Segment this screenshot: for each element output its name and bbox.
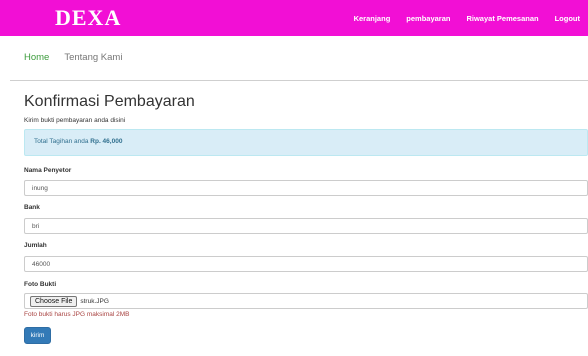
nav-link-keranjang[interactable]: Keranjang	[354, 14, 391, 23]
nav-link-pembayaran[interactable]: pembayaran	[406, 14, 450, 23]
choose-file-button[interactable]: Choose File	[30, 295, 78, 307]
total-alert: Total Tagihan anda Rp. 46,000	[24, 129, 588, 156]
nama-penyetor-label: Nama Penyetor	[24, 167, 72, 174]
bank-label: Bank	[24, 204, 40, 211]
selected-file-name: struk.JPG	[80, 297, 109, 305]
nav-links: Keranjang pembayaran Riwayat Pemesanan L…	[338, 0, 580, 36]
nav-link-logout[interactable]: Logout	[555, 14, 580, 23]
divider	[10, 80, 588, 81]
brand-logo[interactable]: DEXA	[55, 7, 121, 29]
kirim-button[interactable]: kirim	[24, 327, 51, 344]
nav-link-riwayat-pemesanan[interactable]: Riwayat Pemesanan	[466, 14, 538, 23]
bank-input[interactable]	[24, 218, 588, 234]
breadcrumb-current: Tentang Kami	[64, 52, 123, 63]
breadcrumb-home[interactable]: Home	[24, 52, 49, 63]
foto-bukti-label: Foto Bukti	[24, 281, 57, 288]
nama-penyetor-input[interactable]	[24, 180, 588, 196]
jumlah-input[interactable]	[24, 256, 588, 272]
jumlah-label: Jumlah	[24, 242, 47, 249]
navbar: DEXA Keranjang pembayaran Riwayat Pemesa…	[0, 0, 588, 36]
page-title: Konfirmasi Pembayaran	[24, 93, 195, 110]
breadcrumb: Home Tentang Kami	[24, 52, 122, 63]
total-alert-prefix: Total Tagihan anda	[34, 138, 89, 145]
page-subtitle: Kirim bukti pembayaran anda disini	[24, 117, 126, 124]
foto-bukti-file-input: Choose File struk.JPG	[24, 293, 588, 309]
foto-bukti-help-text: Foto bukti harus JPG maksimal 2MB	[24, 311, 130, 318]
total-alert-amount: Rp. 46,000	[90, 138, 123, 145]
